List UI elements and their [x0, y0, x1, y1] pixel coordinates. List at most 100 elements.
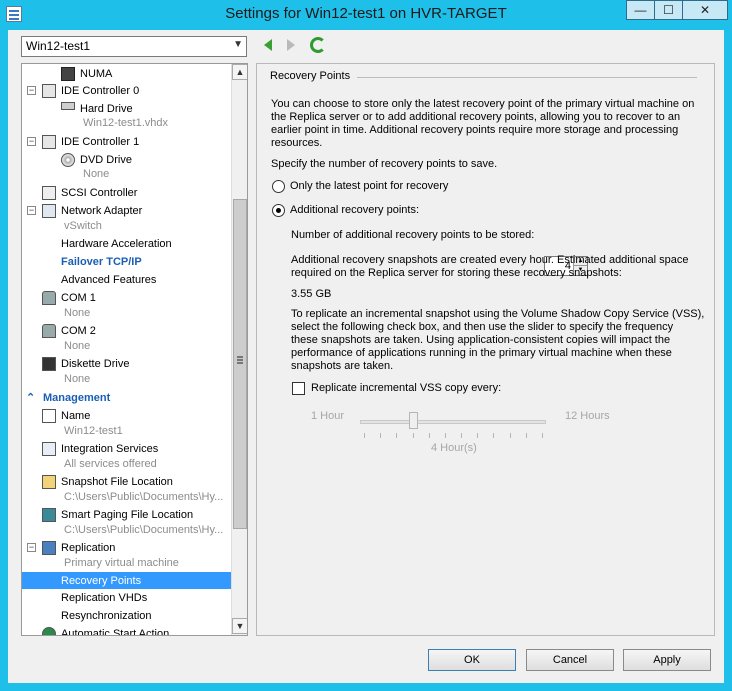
- tree-subtext-diskette-drive: None: [64, 373, 91, 385]
- maximize-button[interactable]: ☐: [654, 0, 683, 20]
- intro-line-1: You can choose to store only the latest …: [271, 98, 695, 110]
- collapse-icon[interactable]: −: [27, 543, 36, 552]
- tree-subtext-com-1: None: [64, 307, 91, 319]
- name-icon: [42, 409, 56, 423]
- tree-subtext-snapshot-file-location: C:\Users\Public\Documents\Hy...: [64, 491, 224, 503]
- close-button[interactable]: ✕: [682, 0, 728, 20]
- window-title: Settings for Win12-test1 on HVR-TARGET: [225, 5, 507, 22]
- specify-label: Specify the number of recovery points to…: [271, 158, 498, 170]
- scsi-icon: [42, 186, 56, 200]
- title-bar[interactable]: Settings for Win12-test1 on HVR-TARGET —…: [0, 0, 732, 29]
- network-adapter-icon: [42, 204, 56, 218]
- tree-item-replication[interactable]: Replication: [61, 540, 115, 556]
- tree-subtext-network-adapter: vSwitch: [64, 220, 102, 232]
- tree-item-com-1[interactable]: COM 1: [61, 290, 96, 306]
- tree-item-recovery-points[interactable]: Recovery Points: [22, 572, 231, 589]
- tree-item-smart-paging-file-location[interactable]: Smart Paging File Location: [61, 507, 193, 523]
- ide-controller-icon: [42, 135, 56, 149]
- slider-tick: [461, 433, 463, 438]
- floppy-icon: [42, 357, 56, 371]
- vss-checkbox[interactable]: [292, 382, 305, 395]
- tree-item-name[interactable]: Name: [61, 408, 90, 424]
- group-divider: [357, 77, 697, 78]
- slider-tick: [542, 433, 543, 438]
- slider-tick: [493, 433, 495, 438]
- dvd-icon: [61, 153, 75, 167]
- vss-checkbox-label[interactable]: Replicate incremental VSS copy every:: [311, 382, 501, 394]
- latest-point-radio[interactable]: [272, 180, 285, 193]
- tree-subtext-smart-paging-file-location: C:\Users\Public\Documents\Hy...: [64, 524, 224, 536]
- tree-subtext-integration-services: All services offered: [64, 458, 157, 470]
- ide-controller-icon: [42, 84, 56, 98]
- automatic-start-icon: [42, 627, 56, 635]
- tree-item-scsi-controller[interactable]: SCSI Controller: [61, 185, 137, 201]
- integration-services-icon: [42, 442, 56, 456]
- tree-item-ide-controller-1[interactable]: IDE Controller 1: [61, 134, 139, 150]
- scrollbar-thumb[interactable]: [233, 199, 247, 529]
- forward-arrow-icon[interactable]: [284, 38, 298, 52]
- settings-window: Settings for Win12-test1 on HVR-TARGET —…: [0, 0, 732, 691]
- ok-button[interactable]: OK: [428, 649, 516, 671]
- estimate-line-1: Additional recovery snapshots are create…: [291, 254, 689, 266]
- client-area: Win12-test1 ▼ NUMA − IDE Controller 0 Ha…: [8, 30, 724, 683]
- collapse-icon[interactable]: −: [27, 137, 36, 146]
- tree-item-snapshot-file-location[interactable]: Snapshot File Location: [61, 474, 173, 490]
- slider-tick: [477, 433, 479, 438]
- vss-slider-thumb[interactable]: [408, 412, 418, 429]
- slider-tick: [396, 433, 398, 438]
- chevron-up-icon: ⌃: [26, 392, 36, 404]
- scroll-down-icon[interactable]: ▼: [232, 618, 247, 634]
- estimated-size: 3.55 GB: [291, 288, 332, 300]
- com-port-icon: [42, 324, 56, 338]
- tree-item-resynchronization[interactable]: Resynchronization: [61, 608, 152, 624]
- tree-scrollbar[interactable]: ▲ ▼: [231, 64, 247, 635]
- slider-tick: [525, 433, 527, 438]
- intro-line-3: earlier point in time. Additional recove…: [271, 124, 679, 136]
- back-arrow-icon[interactable]: [262, 38, 276, 52]
- scroll-up-icon[interactable]: ▲: [232, 64, 247, 80]
- refresh-icon[interactable]: [310, 37, 326, 53]
- group-title: Recovery Points: [270, 70, 357, 82]
- cancel-button[interactable]: Cancel: [526, 649, 614, 671]
- minimize-button[interactable]: —: [626, 0, 655, 20]
- slider-tick: [428, 433, 430, 438]
- tree-item-hard-drive[interactable]: Hard Drive: [80, 101, 133, 117]
- slider-tick: [412, 433, 414, 438]
- tree-item-hardware-acceleration[interactable]: Hardware Acceleration: [61, 236, 172, 252]
- management-section-header[interactable]: ⌃ Management: [22, 390, 231, 406]
- tree-item-advanced-features[interactable]: Advanced Features: [61, 272, 156, 288]
- tree-subtext-replication: Primary virtual machine: [64, 557, 179, 569]
- tree-item-com-2[interactable]: COM 2: [61, 323, 96, 339]
- slider-tick: [509, 433, 511, 438]
- numa-icon: [61, 67, 75, 81]
- vm-selector-dropdown[interactable]: Win12-test1 ▼: [21, 36, 247, 57]
- vss-line-2: select the following check box, and then…: [291, 321, 674, 333]
- tree-item-recovery-points-label: Recovery Points: [61, 575, 142, 587]
- collapse-icon[interactable]: −: [27, 86, 36, 95]
- vss-line-1: To replicate an incremental snapshot usi…: [291, 308, 705, 320]
- smart-paging-icon: [42, 508, 56, 522]
- tree-item-failover-tcpip[interactable]: Failover TCP/IP: [61, 254, 142, 270]
- tree-item-dvd-drive[interactable]: DVD Drive: [80, 152, 132, 168]
- additional-points-radio[interactable]: [272, 204, 285, 217]
- slider-value-label: 4 Hour(s): [431, 442, 477, 454]
- settings-tree-items: NUMA − IDE Controller 0 Hard Drive Win12…: [22, 64, 231, 635]
- collapse-icon[interactable]: −: [27, 206, 36, 215]
- latest-point-radio-label[interactable]: Only the latest point for recovery: [290, 180, 448, 192]
- tree-item-integration-services[interactable]: Integration Services: [61, 441, 158, 457]
- tree-item-ide-controller-0[interactable]: IDE Controller 0: [61, 83, 139, 99]
- hard-drive-icon: [61, 102, 75, 110]
- tree-item-network-adapter[interactable]: Network Adapter: [61, 203, 142, 219]
- management-header-label: Management: [43, 392, 111, 404]
- slider-min-label: 1 Hour: [311, 410, 345, 422]
- vss-frequency-slider[interactable]: [360, 420, 546, 424]
- snapshot-folder-icon: [42, 475, 56, 489]
- slider-max-label: 12 Hours: [565, 410, 610, 422]
- vss-line-5: snapshots are taken.: [291, 360, 394, 372]
- tree-item-diskette-drive[interactable]: Diskette Drive: [61, 356, 129, 372]
- tree-item-automatic-start-action[interactable]: Automatic Start Action: [61, 626, 169, 635]
- tree-item-numa[interactable]: NUMA: [80, 66, 112, 82]
- apply-button[interactable]: Apply: [623, 649, 711, 671]
- additional-points-radio-label[interactable]: Additional recovery points:: [290, 204, 419, 216]
- tree-item-replication-vhds[interactable]: Replication VHDs: [61, 590, 147, 606]
